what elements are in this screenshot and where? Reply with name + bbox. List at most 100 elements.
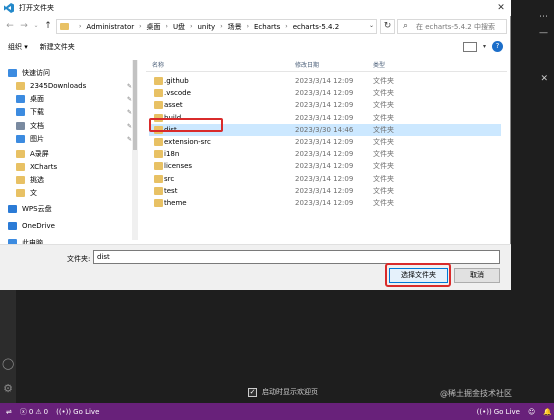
bell-icon[interactable]: 🔔 [541, 403, 554, 420]
pin-icon[interactable]: ✎ [127, 123, 132, 130]
file-date: 2023/3/14 12:09 [295, 101, 354, 110]
nav-item[interactable]: 图片 ✎ [0, 133, 140, 145]
file-name: src [164, 174, 175, 183]
file-date: 2023/3/14 12:09 [295, 174, 354, 183]
picture-icon [16, 135, 25, 143]
view-options-icon[interactable] [462, 41, 477, 52]
nav-item[interactable]: A录屏 [0, 148, 140, 160]
cloud-icon [8, 222, 17, 230]
header-divider [146, 71, 507, 72]
address-bar[interactable]: › Administrator › 桌面 › U盘 › unity › 场景 › Echa… [56, 19, 377, 34]
folder-icon [154, 77, 163, 85]
minimize-icon[interactable]: — [539, 28, 548, 38]
forward-arrow-icon[interactable]: → [18, 20, 30, 32]
breadcrumb-item[interactable]: Echarts › [254, 23, 293, 31]
pin-icon[interactable]: ✎ [127, 83, 132, 90]
file-date: 2023/3/14 12:09 [295, 162, 354, 171]
file-row[interactable]: test 2023/3/14 12:09 文件夹 [149, 185, 501, 197]
nav-item[interactable]: 挑选 [0, 174, 140, 186]
breadcrumb-item[interactable]: 场景 › [228, 22, 254, 32]
highlight-select-button [385, 263, 451, 287]
file-row[interactable]: licenses 2023/3/14 12:09 文件夹 [149, 160, 501, 172]
breadcrumb-item[interactable]: echarts-5.4.2 [293, 23, 340, 31]
chevron-down-icon[interactable]: ⌄ [369, 22, 374, 29]
file-type: 文件夹 [373, 162, 394, 171]
close-icon[interactable]: ✕ [540, 74, 548, 84]
close-button[interactable]: ✕ [495, 2, 507, 14]
breadcrumb-item[interactable]: 桌面 › [147, 22, 173, 32]
breadcrumb-item[interactable]: unity › [197, 23, 227, 31]
problems-indicator[interactable]: ⓧ 0 ⚠ 0 [18, 403, 50, 420]
breadcrumb-item[interactable]: U盘 › [173, 22, 198, 32]
nav-item-label: OneDrive [22, 222, 55, 230]
new-folder-button[interactable]: 新建文件夹 [40, 42, 75, 52]
document-icon [16, 122, 25, 130]
file-row[interactable]: i18n 2023/3/14 12:09 文件夹 [149, 148, 501, 160]
remote-indicator[interactable]: ⇌ [4, 403, 14, 420]
nav-item-label: 图片 [30, 135, 44, 143]
nav-item-label: WPS云盘 [22, 205, 52, 213]
address-row: ← → ⌄ ↑ › Administrator › 桌面 › U盘 › unity › … [0, 16, 511, 36]
more-icon[interactable]: ⋯ [539, 12, 548, 22]
file-name: .vscode [164, 89, 191, 98]
file-row[interactable]: .vscode 2023/3/14 12:09 文件夹 [149, 87, 501, 99]
history-dropdown-icon[interactable]: ⌄ [30, 20, 42, 32]
up-arrow-icon[interactable]: ↑ [42, 20, 54, 32]
column-header-name[interactable]: 名称 [152, 58, 164, 70]
organize-button[interactable]: 组织 ▾ [8, 42, 28, 52]
file-list: 名称 修改日期 类型 .github 2023/3/14 12:09 文件夹 .vsc… [146, 58, 507, 244]
column-header-date[interactable]: 修改日期 [295, 58, 319, 70]
file-row[interactable]: src 2023/3/14 12:09 文件夹 [149, 173, 501, 185]
nav-item-label: 挑选 [30, 176, 44, 184]
file-type: 文件夹 [373, 77, 394, 85]
nav-item[interactable]: 下载 ✎ [0, 106, 140, 118]
nav-item[interactable]: 文 [0, 187, 140, 199]
file-row[interactable]: extension-src 2023/3/14 12:09 文件夹 [149, 136, 501, 148]
breadcrumb-item[interactable]: Administrator › [86, 23, 146, 31]
nav-item[interactable]: 快速访问 [0, 67, 140, 79]
go-live-right[interactable]: ((•)) Go Live [475, 403, 522, 420]
pin-icon[interactable]: ✎ [127, 109, 132, 116]
search-input[interactable]: ⌕ 在 echarts-5.4.2 中搜索 [397, 19, 507, 34]
nav-item[interactable]: WPS云盘 [0, 203, 140, 215]
back-arrow-icon[interactable]: ← [4, 20, 16, 32]
toolbar: 组织 ▾ 新建文件夹 ▾ ? [0, 38, 511, 56]
desktop-icon [16, 95, 25, 103]
folder-icon [60, 23, 69, 30]
file-name: test [164, 186, 178, 195]
cancel-button[interactable]: 取消 [454, 268, 500, 283]
folder-icon [154, 138, 163, 146]
nav-item[interactable]: 此电脑 [0, 237, 140, 244]
broadcast-icon: ((•)) [56, 407, 72, 416]
nav-item[interactable]: 2345Downloads ✎ [0, 80, 140, 92]
welcome-label: 启动时显示欢迎页 [262, 388, 318, 396]
feedback-icon[interactable]: ☺ [526, 403, 537, 420]
go-live-left[interactable]: ((•)) Go Live [54, 403, 101, 420]
folder-name-input[interactable]: dist [93, 250, 500, 264]
account-icon[interactable]: ◯ [2, 358, 14, 370]
chevron-down-icon[interactable]: ▾ [483, 43, 486, 50]
nav-item[interactable]: XCharts [0, 161, 140, 173]
highlight-dist-row [149, 118, 223, 132]
gear-icon[interactable]: ⚙ [2, 383, 14, 395]
pin-icon[interactable]: ✎ [127, 96, 132, 103]
navigation-pane: 快速访问 2345Downloads ✎ 桌面 ✎ 下载 ✎ 文档 ✎ 图片 ✎ A录屏 XCharts… [0, 58, 140, 244]
file-row[interactable]: theme 2023/3/14 12:09 文件夹 [149, 197, 501, 209]
folder-icon [16, 163, 25, 171]
file-type: 文件夹 [373, 186, 394, 195]
checkbox-icon[interactable]: ✓ [248, 387, 257, 397]
file-type: 文件夹 [373, 113, 394, 122]
column-header-type[interactable]: 类型 [373, 58, 385, 70]
nav-item[interactable]: 桌面 ✎ [0, 93, 140, 105]
pin-icon[interactable]: ✎ [127, 136, 132, 143]
welcome-toggle[interactable]: ✓ 启动时显示欢迎页 [248, 386, 318, 398]
nav-item[interactable]: OneDrive [0, 220, 140, 232]
help-icon[interactable]: ? [492, 41, 503, 52]
nav-item[interactable]: 文档 ✎ [0, 120, 140, 132]
folder-icon [154, 174, 163, 183]
refresh-button[interactable]: ↻ [380, 19, 395, 34]
folder-icon [16, 189, 25, 197]
file-row[interactable]: .github 2023/3/14 12:09 文件夹 [149, 75, 501, 87]
nav-item-label: 桌面 [30, 95, 44, 103]
file-row[interactable]: asset 2023/3/14 12:09 文件夹 [149, 99, 501, 111]
